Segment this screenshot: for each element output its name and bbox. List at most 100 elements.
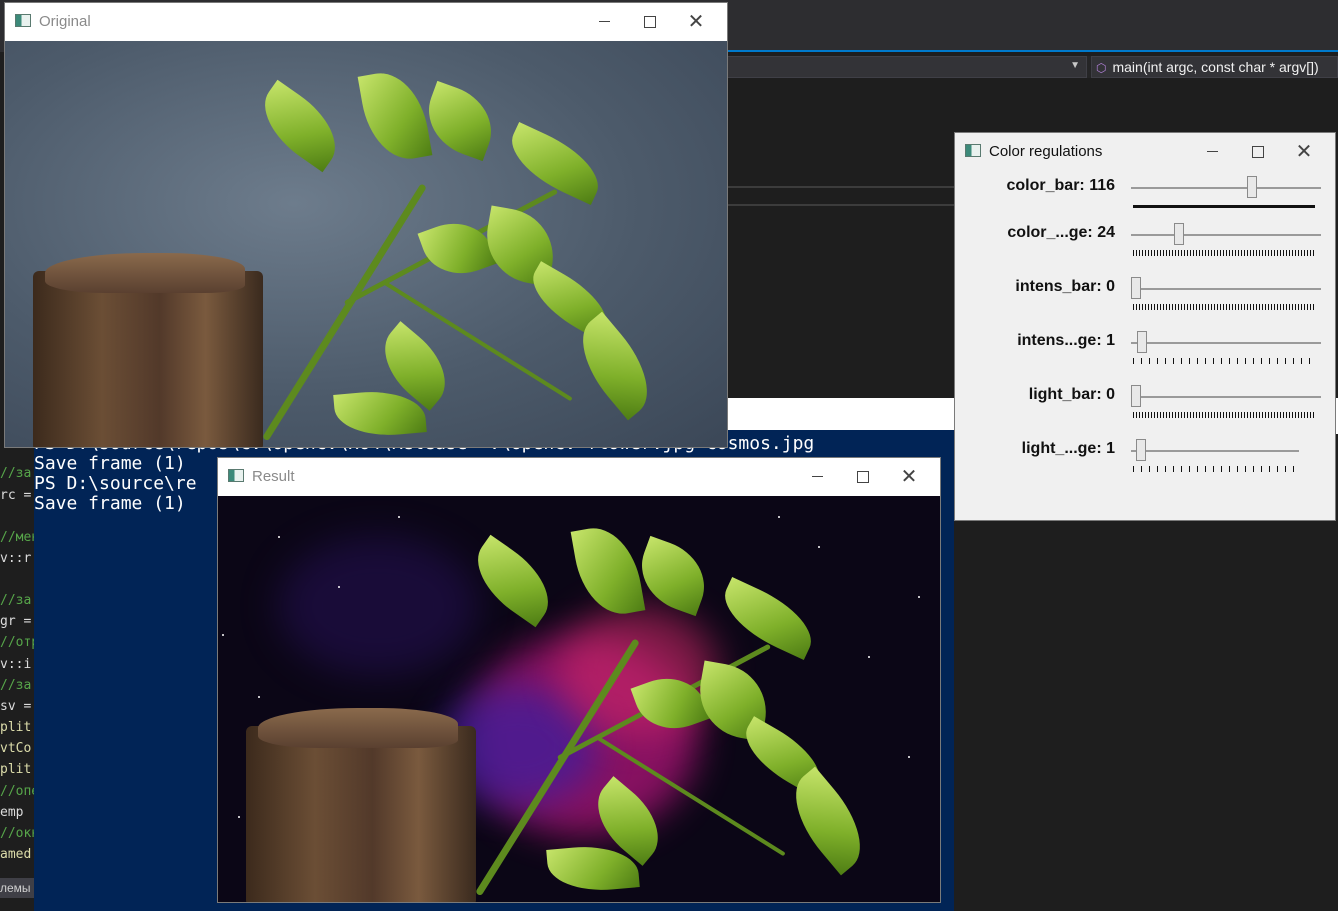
trackbar-track[interactable] <box>1131 234 1321 236</box>
original-titlebar[interactable]: Original ✕ <box>5 3 727 41</box>
trackbar-label: intens...ge: 1 <box>1017 332 1115 349</box>
trackbar-thumb[interactable] <box>1131 385 1141 407</box>
trackbar-light-range: light_...ge: 1 <box>955 434 1335 488</box>
star-shape <box>818 546 820 548</box>
star-shape <box>222 634 224 636</box>
result-window[interactable]: Result ✕ <box>217 457 941 903</box>
code-line: emp <box>0 805 24 820</box>
trackbar-ticks <box>1133 358 1315 364</box>
code-line: plit <box>0 762 32 777</box>
trackbar-ticks <box>1133 304 1315 310</box>
color-regulations-titlebar[interactable]: Color regulations ✕ <box>955 133 1335 171</box>
leaf-shape <box>570 521 646 621</box>
code-line: //за <box>0 678 32 693</box>
original-image <box>5 41 727 447</box>
star-shape <box>868 656 870 658</box>
function-selector-label: main(int argc, const char * argv[]) <box>1112 59 1319 75</box>
minimize-button[interactable] <box>581 7 627 37</box>
star-shape <box>778 516 780 518</box>
stump-shape <box>33 271 263 447</box>
trackbar-thumb[interactable] <box>1131 277 1141 299</box>
code-line: //окн <box>0 826 34 841</box>
color-regulations-window[interactable]: Color regulations ✕ color_bar: 116 color… <box>954 132 1336 521</box>
code-line: //за <box>0 466 32 481</box>
trackbar-thumb[interactable] <box>1174 223 1185 245</box>
trackbar-track[interactable] <box>1131 450 1299 452</box>
trackbar-track[interactable] <box>1131 396 1321 398</box>
maximize-icon <box>644 15 656 28</box>
close-button[interactable]: ✕ <box>673 7 719 37</box>
terminal-line: Save frame (1) <box>34 453 186 474</box>
close-icon: ✕ <box>900 466 918 488</box>
chevron-down-icon: ▼ <box>1070 60 1080 71</box>
window-title: Result <box>252 468 295 485</box>
minimize-icon <box>598 21 610 23</box>
code-gutter: //за rc = //мен v::r //за gr = //отр v::… <box>0 440 34 911</box>
code-line: //отр <box>0 635 34 650</box>
leaf-shape <box>248 79 352 173</box>
star-shape <box>908 756 910 758</box>
function-dropdown[interactable]: ⬡ main(int argc, const char * argv[]) <box>1091 56 1338 78</box>
trackbar-track[interactable] <box>1131 342 1321 344</box>
star-shape <box>398 516 400 518</box>
trackbar-color-range: color_...ge: 24 <box>955 218 1335 272</box>
trackbar-ticks <box>1133 466 1295 472</box>
code-line: amed <box>0 847 32 862</box>
trackbar-label: color_bar: 116 <box>1006 177 1116 194</box>
trackbar-color-bar: color_bar: 116 <box>955 171 1335 225</box>
trackbar-track[interactable] <box>1131 288 1321 290</box>
code-line: //опе <box>0 784 34 799</box>
code-line: v::r <box>0 551 32 566</box>
close-icon: ✕ <box>687 11 705 33</box>
trackbar-ticks <box>1133 205 1315 208</box>
original-window[interactable]: Original ✕ <box>4 2 728 448</box>
trackbar-label: intens_bar: 0 <box>1015 278 1115 295</box>
minimize-button[interactable] <box>1189 137 1235 167</box>
close-button[interactable]: ✕ <box>1281 137 1327 167</box>
trackbar-light-bar: light_bar: 0 <box>955 380 1335 434</box>
code-line: plit <box>0 720 32 735</box>
result-image <box>218 496 940 902</box>
opencv-window-icon <box>965 144 981 157</box>
code-line: //мен <box>0 530 34 545</box>
opencv-window-icon <box>228 469 244 482</box>
maximize-button[interactable] <box>840 462 886 492</box>
code-line: v::i <box>0 657 32 672</box>
method-cube-icon: ⬡ <box>1096 61 1107 75</box>
code-line: vtCo <box>0 741 32 756</box>
leaf-shape <box>357 66 433 166</box>
trackbar-intens-bar: intens_bar: 0 <box>955 272 1335 326</box>
editor-divider <box>727 204 955 206</box>
error-list-tab[interactable]: лемы <box>0 878 34 898</box>
trackbar-thumb[interactable] <box>1137 331 1147 353</box>
trackbar-thumb[interactable] <box>1136 439 1147 461</box>
maximize-button[interactable] <box>1235 137 1281 167</box>
star-shape <box>238 816 240 818</box>
terminal-line: Save frame (1) <box>34 493 186 514</box>
window-title: Original <box>39 13 91 30</box>
leaf-shape <box>417 211 498 286</box>
maximize-icon <box>857 470 869 483</box>
minimize-button[interactable] <box>794 462 840 492</box>
star-shape <box>918 596 920 598</box>
code-line: gr = <box>0 614 32 629</box>
star-shape <box>258 696 260 698</box>
trackbar-thumb[interactable] <box>1247 176 1257 198</box>
nebula-shape <box>278 536 478 676</box>
terminal-line: PS D:\source\re <box>34 473 197 494</box>
code-line: rc = <box>0 488 32 503</box>
ide-tab-accent <box>727 50 1338 52</box>
minimize-icon <box>1206 151 1218 153</box>
maximize-button[interactable] <box>627 7 673 37</box>
code-line: sv = <box>0 699 32 714</box>
result-titlebar[interactable]: Result ✕ <box>218 458 940 496</box>
code-line: //за <box>0 593 32 608</box>
trackbar-panel: color_bar: 116 color_...ge: 24 intens_ba… <box>955 171 1335 520</box>
close-button[interactable]: ✕ <box>886 462 932 492</box>
trackbar-track[interactable] <box>1131 187 1321 189</box>
star-shape <box>338 586 340 588</box>
close-icon: ✕ <box>1295 141 1313 163</box>
scope-dropdown[interactable]: ▼ <box>727 56 1087 78</box>
editor-divider <box>727 186 955 188</box>
opencv-window-icon <box>15 14 31 27</box>
